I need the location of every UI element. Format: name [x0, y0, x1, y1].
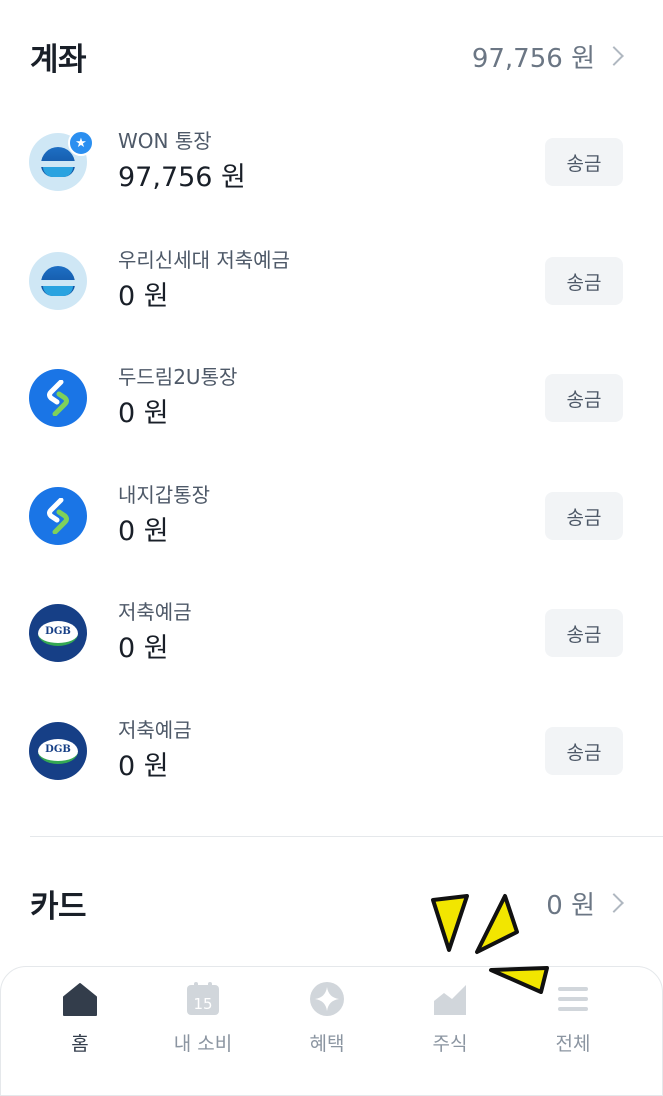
accounts-total[interactable]: 97,756 원	[472, 38, 625, 75]
send-button[interactable]: 송금	[545, 374, 623, 422]
sc-bank-icon	[29, 487, 87, 545]
send-button[interactable]: 송금	[545, 138, 623, 186]
tab-label: 전체	[555, 1033, 591, 1055]
account-name: 저축예금	[118, 718, 192, 742]
account-row[interactable]: DGB 저축예금 0 원 송금	[0, 706, 663, 796]
cards-header[interactable]: 카드 0 원	[0, 873, 663, 933]
account-row[interactable]: 두드림2U통장 0 원 송금	[0, 353, 663, 443]
account-name: 내지갑통장	[118, 483, 210, 507]
account-balance: 0 원	[118, 281, 169, 312]
account-name: 우리신세대 저축예금	[118, 248, 290, 272]
tab-spending[interactable]: 15 내 소비	[148, 981, 258, 1061]
menu-icon	[558, 987, 588, 1011]
svg-text:15: 15	[193, 995, 212, 1013]
account-name: 저축예금	[118, 600, 192, 624]
account-balance: 0 원	[118, 751, 169, 782]
tab-benefits[interactable]: 혜택	[272, 981, 382, 1061]
account-row[interactable]: 우리신세대 저축예금 0 원 송금	[0, 236, 663, 326]
dgb-bank-icon: DGB	[29, 722, 87, 780]
home-icon	[63, 983, 97, 1016]
account-balance: 0 원	[118, 398, 169, 429]
favorite-star-icon: ★	[68, 130, 94, 156]
sc-bank-icon	[29, 369, 87, 427]
sparkle-icon	[310, 982, 344, 1016]
accounts-title: 계좌	[30, 41, 87, 78]
account-balance: 0 원	[118, 633, 169, 664]
woori-bank-icon	[29, 252, 87, 310]
accounts-header[interactable]: 계좌 97,756 원	[0, 26, 663, 86]
send-button[interactable]: 송금	[545, 492, 623, 540]
account-row[interactable]: DGB 저축예금 0 원 송금	[0, 588, 663, 678]
chevron-right-icon	[604, 46, 624, 66]
account-balance: 0 원	[118, 516, 169, 547]
account-row[interactable]: WON 통장 97,756 원 송금	[0, 117, 663, 207]
tab-label: 내 소비	[173, 1033, 233, 1055]
tab-label: 홈	[71, 1033, 89, 1055]
account-row[interactable]: 내지갑통장 0 원 송금	[0, 471, 663, 561]
dgb-bank-icon: DGB	[29, 604, 87, 662]
cards-title: 카드	[30, 888, 87, 925]
sparkle-decoration	[431, 894, 549, 994]
tab-label: 혜택	[309, 1033, 345, 1055]
account-balance: 97,756 원	[118, 162, 246, 193]
send-button[interactable]: 송금	[545, 257, 623, 305]
account-name: WON 통장	[118, 129, 212, 153]
send-button[interactable]: 송금	[545, 609, 623, 657]
send-button[interactable]: 송금	[545, 727, 623, 775]
chevron-right-icon	[604, 893, 624, 913]
account-name: 두드림2U통장	[118, 365, 238, 389]
tab-label: 주식	[432, 1033, 468, 1055]
cards-total[interactable]: 0 원	[546, 885, 625, 922]
tab-home[interactable]: 홈	[25, 981, 135, 1061]
section-divider	[30, 836, 663, 837]
accounts-total-amount: 97,756 원	[471, 43, 595, 74]
calendar-icon: 15	[187, 982, 219, 1015]
